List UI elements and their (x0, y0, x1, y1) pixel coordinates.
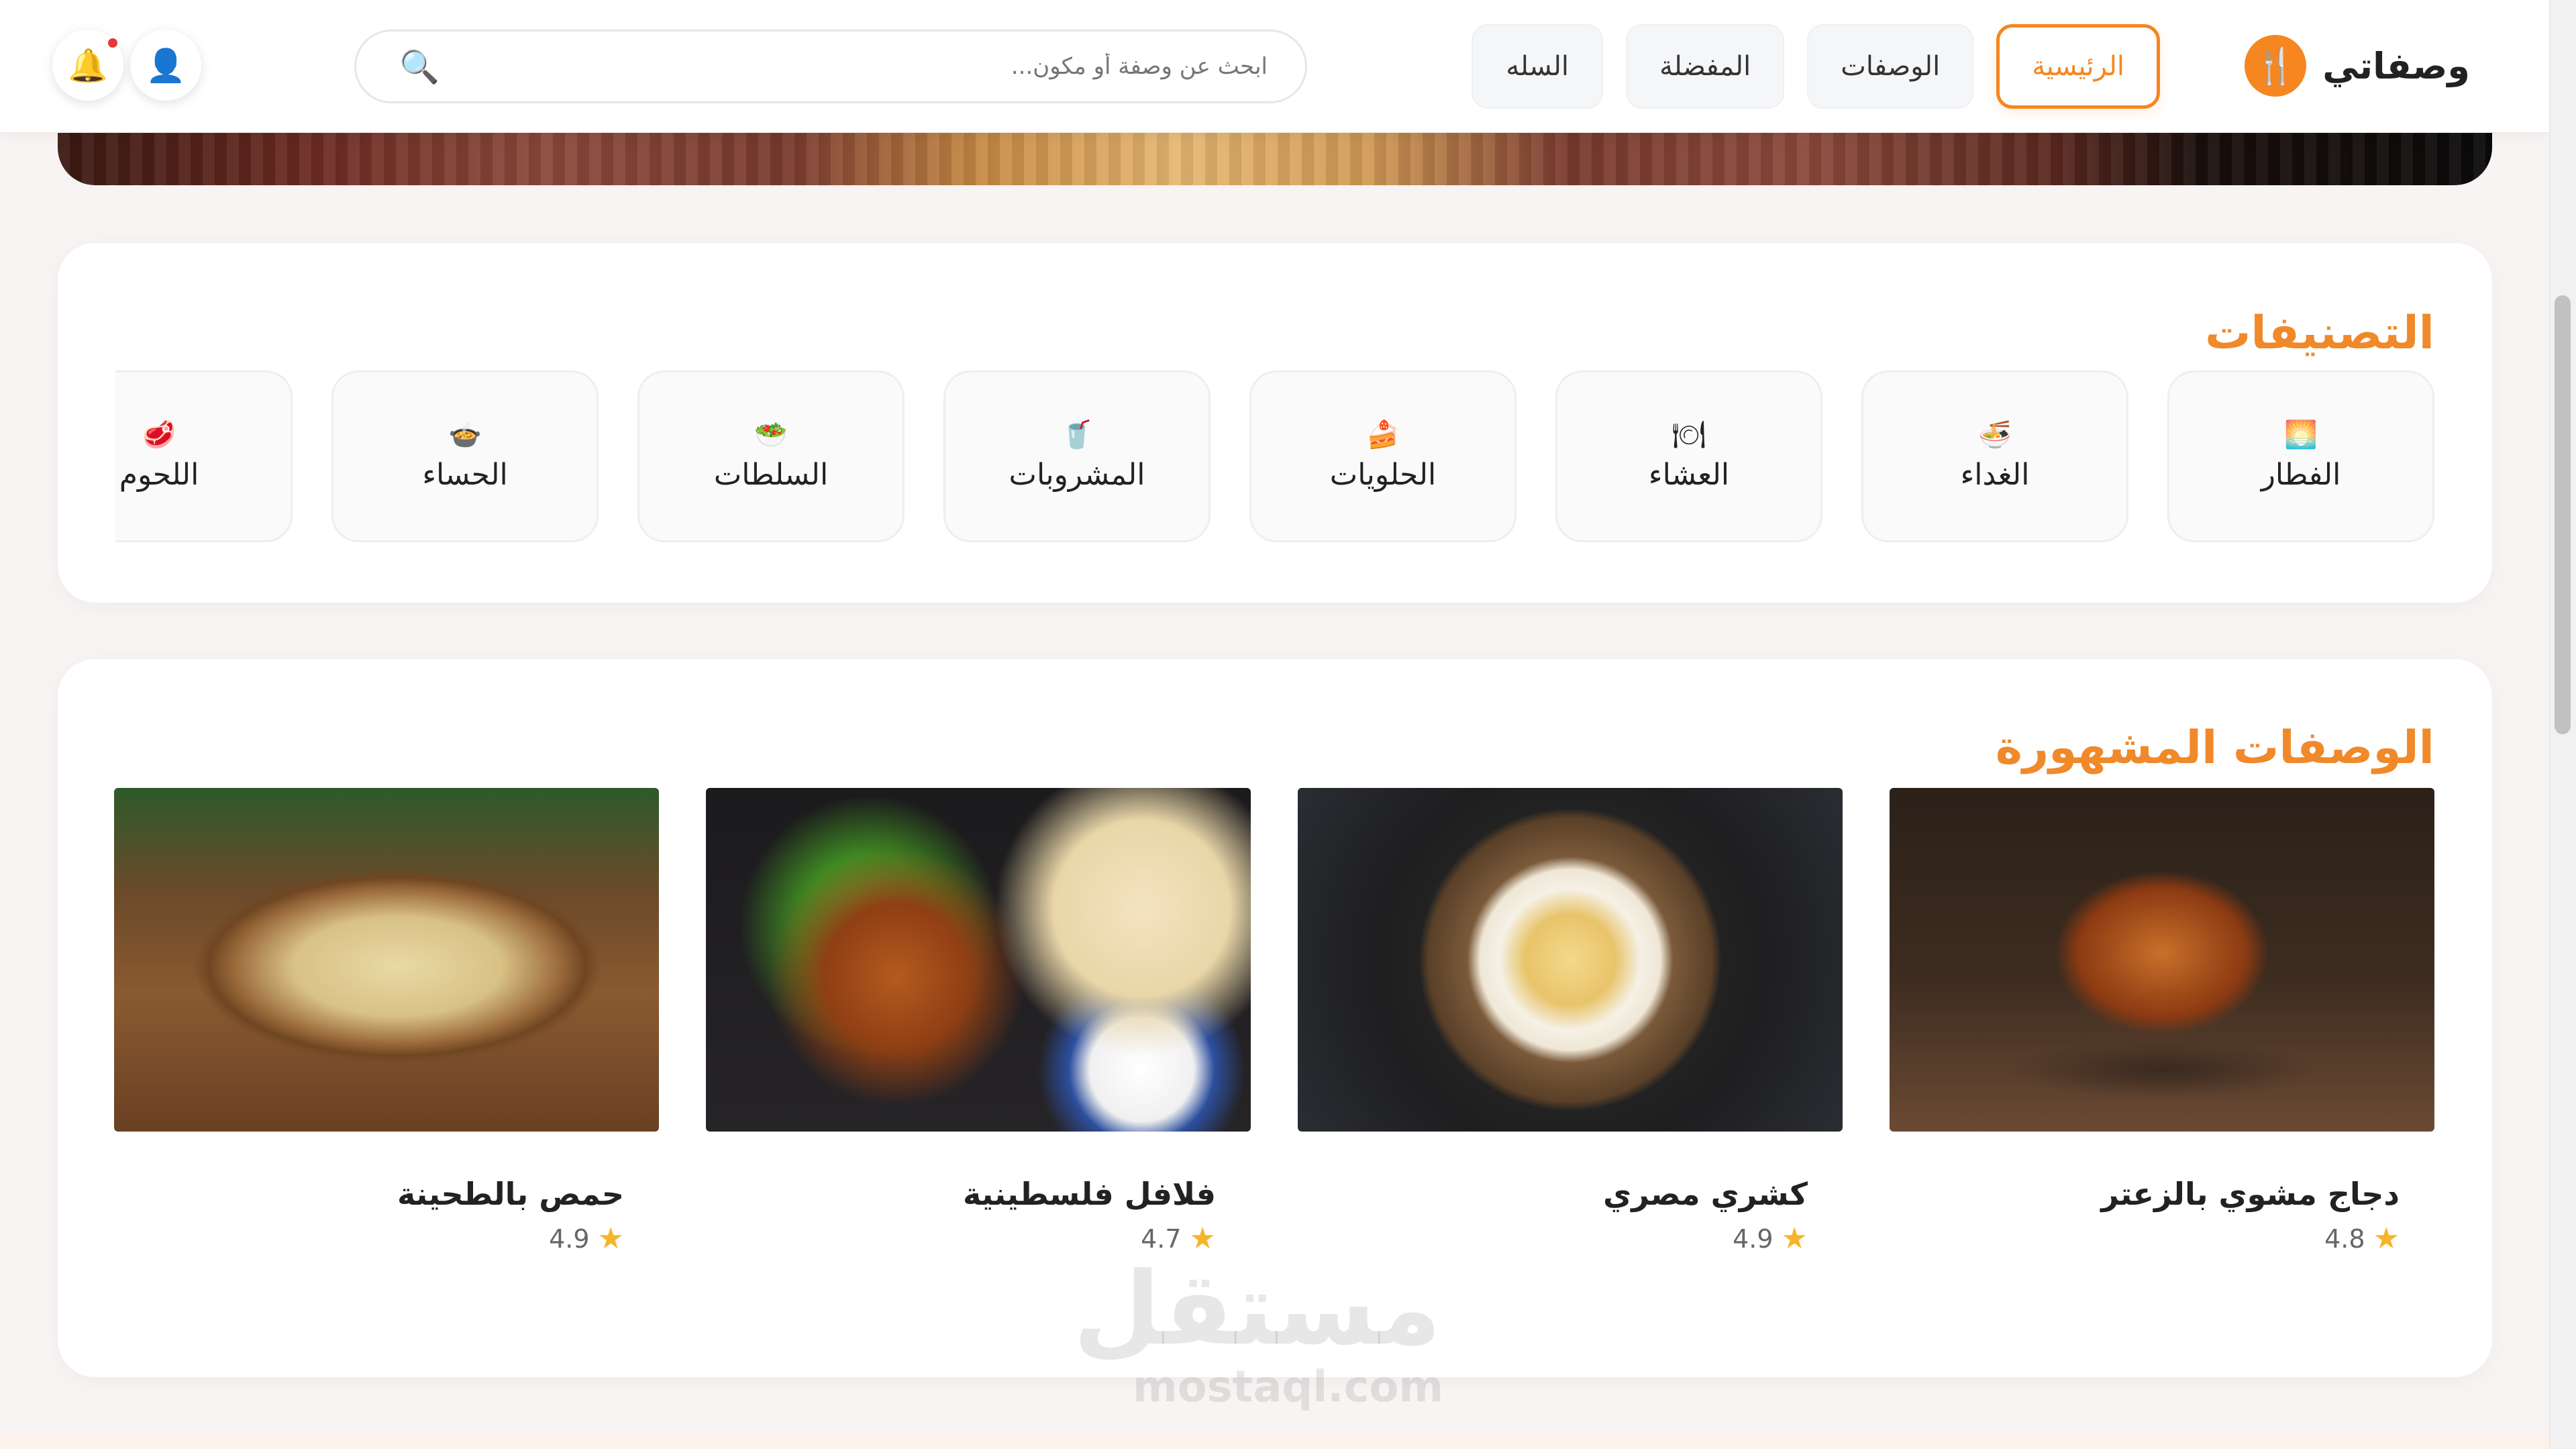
vertical-scrollbar[interactable] (2549, 0, 2576, 1449)
categories-carousel[interactable]: 🌅 الفطار 🍜 الغداء 🍽 العشاء 🍰 الحلويات 🥤 … (115, 370, 2434, 546)
recipe-image[interactable] (1298, 788, 1843, 1132)
category-label: الغداء (1960, 457, 2030, 492)
search-icon[interactable]: 🔍 (399, 48, 440, 86)
top-navbar: وصفاتي 🍴 الرئيسية الوصفات المفضلة السله … (0, 0, 2549, 133)
category-meat[interactable]: 🥩 اللحوم (115, 370, 293, 542)
rating-value: 4.9 (549, 1223, 590, 1254)
user-button[interactable]: 👤 (130, 30, 201, 101)
category-label: اللحوم (119, 457, 199, 492)
recipe-name[interactable]: كشري مصري (1298, 1176, 1843, 1212)
bell-icon: 🔔 (68, 46, 108, 85)
recipes-grid: دجاج مشوي بالزعتر ★ 4.8 كشري مصري ★ 4.9 … (114, 788, 2434, 1256)
scrollbar-thumb[interactable] (2555, 295, 2571, 734)
category-label: الحلويات (1329, 457, 1437, 492)
category-drinks[interactable]: 🥤 المشروبات (943, 370, 1210, 542)
user-icon: 👤 (146, 46, 186, 85)
category-label: المشروبات (1009, 457, 1145, 492)
category-soup[interactable]: 🍲 الحساء (331, 370, 599, 542)
category-dinner[interactable]: 🍽 العشاء (1555, 370, 1822, 542)
recipe-rating: ★ 4.9 (114, 1221, 659, 1256)
nav-recipes[interactable]: الوصفات (1807, 24, 1974, 109)
main-nav: الرئيسية الوصفات المفضلة السله (1472, 24, 2160, 109)
footer-edge (0, 1436, 2549, 1449)
category-label: الحساء (422, 457, 508, 492)
plate-cutlery-icon: 🍽 (1671, 419, 1706, 450)
recipe-name[interactable]: فلافل فلسطينية (706, 1176, 1251, 1212)
category-label: الفطار (2261, 457, 2341, 492)
notification-badge (106, 36, 119, 50)
recipe-card[interactable]: دجاج مشوي بالزعتر ★ 4.8 (1890, 788, 2434, 1256)
category-salads[interactable]: 🥗 السلطات (637, 370, 905, 542)
recipe-name[interactable]: دجاج مشوي بالزعتر (1890, 1176, 2434, 1212)
nav-cart[interactable]: السله (1472, 24, 1604, 109)
categories-section: التصنيفات 🌅 الفطار 🍜 الغداء 🍽 العشاء 🍰 ا… (58, 243, 2492, 603)
rating-value: 4.9 (1733, 1223, 1773, 1254)
rating-value: 4.8 (2324, 1223, 2365, 1254)
recipe-image[interactable] (706, 788, 1251, 1132)
watermark-arabic: مستقل (1073, 1251, 1441, 1368)
noodle-bowl-icon: 🍜 (1978, 419, 2012, 450)
recipe-card[interactable]: كشري مصري ★ 4.9 (1298, 788, 1843, 1256)
watermark: مستقل mostaql.com (1073, 1251, 1444, 1412)
category-label: العشاء (1648, 457, 1730, 492)
category-breakfast[interactable]: 🌅 الفطار (2167, 370, 2434, 542)
soup-pot-icon: 🍲 (448, 419, 482, 450)
star-icon: ★ (1781, 1221, 1808, 1256)
cup-straw-icon: 🥤 (1060, 419, 1094, 450)
categories-title: التصنيفات (2205, 307, 2434, 360)
recipe-rating: ★ 4.8 (1890, 1221, 2434, 1256)
category-desserts[interactable]: 🍰 الحلويات (1249, 370, 1516, 542)
nav-home[interactable]: الرئيسية (1996, 24, 2160, 109)
nav-favorites[interactable]: المفضلة (1626, 24, 1785, 109)
notifications-button[interactable]: 🔔 (52, 30, 123, 101)
category-label: السلطات (713, 457, 829, 492)
brand-name: وصفاتي (2322, 44, 2470, 87)
utensils-icon: 🍴 (2245, 35, 2307, 97)
star-icon: ★ (2373, 1221, 2400, 1256)
cake-icon: 🍰 (1366, 419, 1400, 450)
rating-value: 4.7 (1141, 1223, 1182, 1254)
category-lunch[interactable]: 🍜 الغداء (1861, 370, 2128, 542)
recipe-image[interactable] (114, 788, 659, 1132)
brand-logo[interactable]: وصفاتي 🍴 (2245, 35, 2470, 97)
recipe-name[interactable]: حمص بالطحينة (114, 1176, 659, 1212)
recipe-card[interactable]: فلافل فلسطينية ★ 4.7 (706, 788, 1251, 1256)
star-icon: ★ (597, 1221, 624, 1256)
recipe-card[interactable]: حمص بالطحينة ★ 4.9 (114, 788, 659, 1256)
meat-icon: 🥩 (142, 419, 176, 450)
watermark-latin: mostaql.com (1133, 1362, 1444, 1412)
sunrise-icon: 🌅 (2284, 419, 2318, 450)
search-bar: 🔍 (354, 30, 1307, 103)
search-input[interactable] (439, 53, 1268, 80)
salad-icon: 🥗 (754, 419, 788, 450)
popular-recipes-title: الوصفات المشهورة (1995, 721, 2434, 775)
recipe-image[interactable] (1890, 788, 2434, 1132)
